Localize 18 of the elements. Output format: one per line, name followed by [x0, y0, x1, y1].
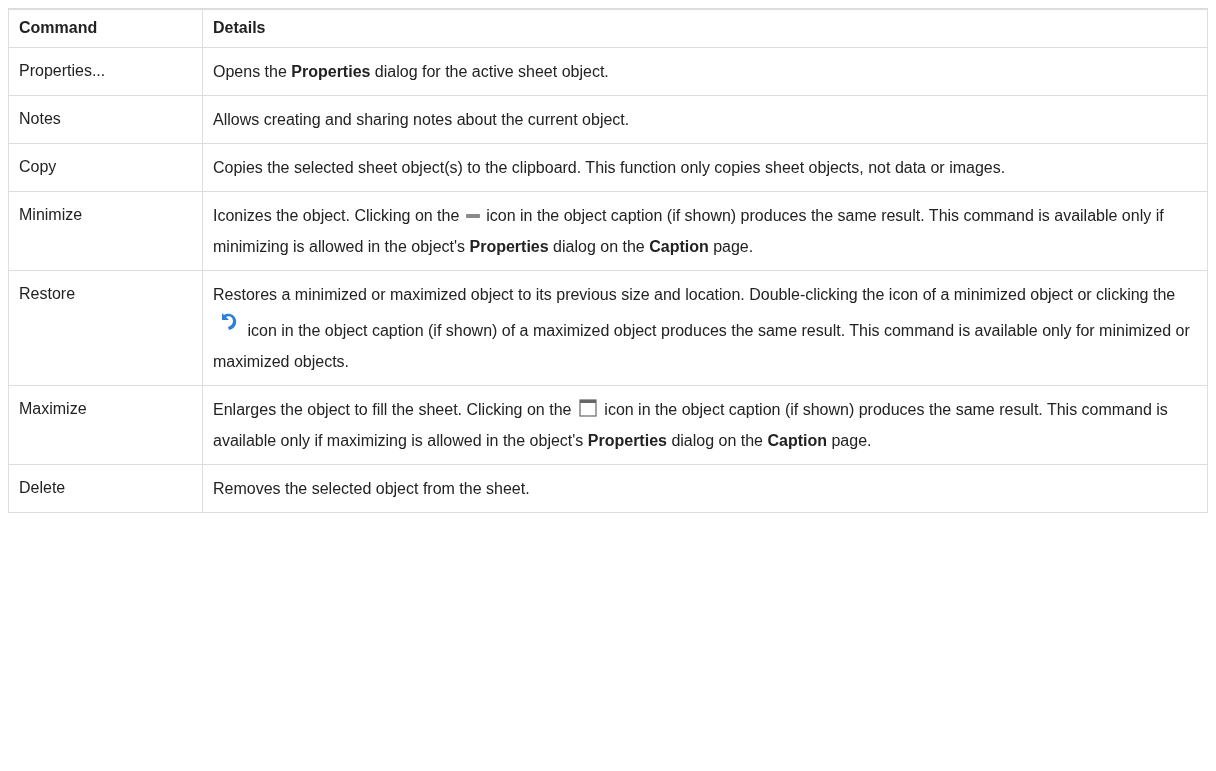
- window-icon: [578, 398, 597, 417]
- command-description: Removes the selected object from the sheet.: [213, 478, 531, 499]
- table-cell: Delete: [8, 464, 203, 512]
- table-cell: Maximize: [8, 385, 203, 464]
- table-cell: Properties...: [8, 47, 203, 95]
- table-cell: Restore: [8, 270, 203, 385]
- column-header: Command: [8, 9, 203, 47]
- command-description: Copies the selected sheet object(s) to the clipboard. This function only copies sheet objects, not data or images.: [213, 157, 1007, 178]
- command-description: Allows creating and sharing notes about the current object.: [213, 109, 631, 130]
- command-description: Iconizes the object. Clicking on the icon in the object caption (if shown) produces the same result. This command is available only if minimizing is allowed in the object's Properties dialog on the Caption page.: [213, 205, 1165, 257]
- command-description: Restores a minimized or maximized object to its previous size and location. Double-clicking the icon of a minimized object or clicking the icon in the object caption (if shown) of a maximized object produces the same result. This command is available only for minimized or maximized objects.: [213, 284, 1191, 372]
- table-cell: Notes: [8, 95, 203, 143]
- minimize-icon: [465, 213, 480, 220]
- command-description: Enlarges the object to fill the sheet. Clicking on the icon in the object caption (if shown) produces the same result. This command is available only if maximizing is allowed in the object's Properties dialog on the Caption page.: [213, 397, 1169, 451]
- table-cell: Minimize: [8, 191, 203, 270]
- command-description: Opens the Properties dialog for the active sheet object.: [213, 61, 610, 82]
- column-header: Details: [202, 9, 1208, 47]
- table-cell: Copy: [8, 143, 203, 191]
